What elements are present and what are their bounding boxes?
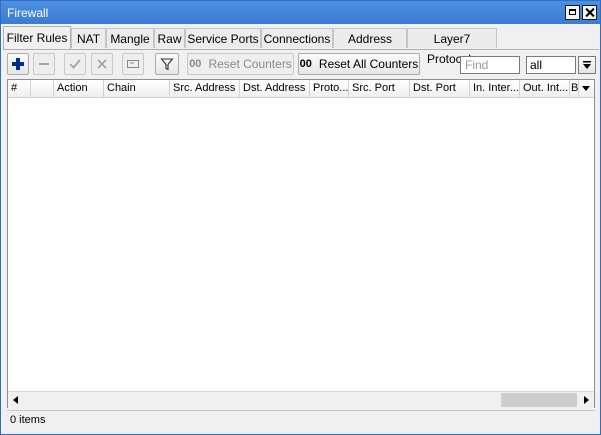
maximize-button[interactable]	[565, 5, 580, 20]
column-header-src-port[interactable]: Src. Port	[349, 80, 410, 97]
filter-select[interactable]: all	[526, 56, 576, 74]
column-header-flags[interactable]	[31, 80, 54, 97]
scroll-left-icon[interactable]	[8, 392, 24, 408]
rules-table: # Action Chain Src. Address Dst. Address…	[7, 79, 595, 408]
tab-raw[interactable]: Raw	[154, 28, 185, 48]
comment-icon	[127, 60, 139, 68]
status-bar: 0 items	[7, 410, 595, 430]
minus-icon	[39, 63, 49, 65]
firewall-window: Firewall Filter Rules NAT Mangle Raw Ser…	[0, 0, 601, 435]
toolbar: 00 Reset Counters 00 Reset All Counters …	[3, 50, 599, 78]
scroll-right-icon[interactable]	[578, 392, 594, 408]
column-header-bytes[interactable]: B	[570, 80, 579, 97]
item-count: 0 items	[10, 414, 46, 426]
title-bar[interactable]: Firewall	[1, 1, 600, 24]
reset-counters-label: Reset Counters	[208, 57, 292, 71]
reset-counters-button[interactable]: 00 Reset Counters	[187, 53, 294, 75]
disable-button[interactable]	[91, 53, 113, 75]
tab-nat[interactable]: NAT	[71, 28, 106, 48]
column-header-chain[interactable]: Chain	[104, 80, 170, 97]
filter-select-dropdown[interactable]	[578, 56, 596, 74]
tab-mangle[interactable]: Mangle	[106, 28, 154, 48]
chevron-down-icon	[583, 61, 591, 69]
x-icon	[97, 59, 107, 69]
column-header-protocol[interactable]: Proto...	[310, 80, 349, 97]
tab-layer7-protocols[interactable]: Layer7 Protocols	[407, 28, 497, 66]
horizontal-scrollbar[interactable]	[8, 391, 594, 408]
column-menu-button[interactable]	[579, 80, 594, 97]
tab-address-lists[interactable]: Address Lists	[333, 28, 407, 66]
remove-button[interactable]	[33, 53, 55, 75]
column-header-src-address[interactable]: Src. Address	[170, 80, 240, 97]
plus-icon	[12, 58, 24, 70]
counter-icon: 00	[299, 58, 312, 70]
enable-button[interactable]	[64, 53, 86, 75]
tab-service-ports[interactable]: Service Ports	[185, 28, 261, 48]
filter-icon	[160, 58, 174, 71]
tab-filter-rules[interactable]: Filter Rules	[3, 26, 71, 49]
reset-all-counters-label: Reset All Counters	[318, 57, 419, 71]
column-header-number[interactable]: #	[8, 80, 31, 97]
scrollbar-thumb[interactable]	[501, 393, 577, 407]
add-button[interactable]	[7, 53, 29, 75]
check-icon	[69, 59, 81, 69]
tab-bar: Filter Rules NAT Mangle Raw Service Port…	[3, 26, 599, 66]
counter-icon: 00	[189, 58, 202, 70]
column-header-dst-address[interactable]: Dst. Address	[240, 80, 310, 97]
comment-button[interactable]	[122, 53, 144, 75]
column-header-dst-port[interactable]: Dst. Port	[410, 80, 470, 97]
filter-button[interactable]	[155, 53, 179, 75]
find-input[interactable]: Find	[460, 56, 520, 74]
reset-all-counters-button[interactable]: 00 Reset All Counters	[298, 53, 420, 75]
column-header-out-interface[interactable]: Out. Int...	[520, 80, 570, 97]
column-header-in-interface[interactable]: In. Inter...	[470, 80, 520, 97]
column-header-action[interactable]: Action	[54, 80, 104, 97]
close-button[interactable]	[582, 5, 597, 20]
table-header: # Action Chain Src. Address Dst. Address…	[8, 80, 594, 98]
tab-connections[interactable]: Connections	[261, 28, 333, 48]
window-title: Firewall	[7, 6, 49, 20]
